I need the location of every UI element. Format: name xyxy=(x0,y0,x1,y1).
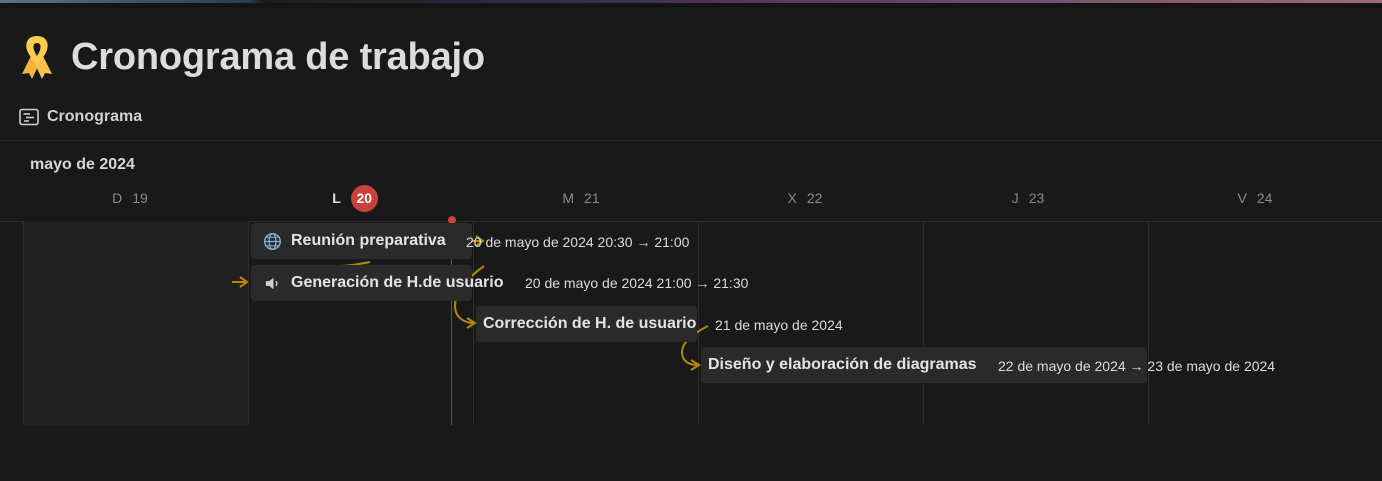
task-bar-reunion-preparativa[interactable]: Reunión preparativa xyxy=(251,223,472,259)
task-dates: 22 de mayo de 2024 → 23 de mayo de 2024 xyxy=(998,358,1276,374)
globe-icon xyxy=(263,232,282,250)
task-title: Diseño y elaboración de diagramas xyxy=(708,356,977,373)
task-dates: 20 de mayo de 2024 21:00 → 21:30 xyxy=(525,275,749,291)
task-title: Generación de H.de usuario xyxy=(291,274,504,291)
task-bar-correccion-h-usuario[interactable]: Corrección de H. de usuario xyxy=(476,306,697,342)
task-bar-generacion-h-usuario[interactable]: Generación de H.de usuario xyxy=(251,265,504,301)
speaker-icon xyxy=(265,277,278,289)
dependency-arrows xyxy=(232,235,709,371)
task-title: Reunión preparativa xyxy=(291,232,446,249)
task-title: Corrección de H. de usuario xyxy=(483,315,697,332)
task-dates: 21 de mayo de 2024 xyxy=(715,317,843,333)
task-dates: 20 de mayo de 2024 20:30 → 21:00 xyxy=(466,234,690,250)
